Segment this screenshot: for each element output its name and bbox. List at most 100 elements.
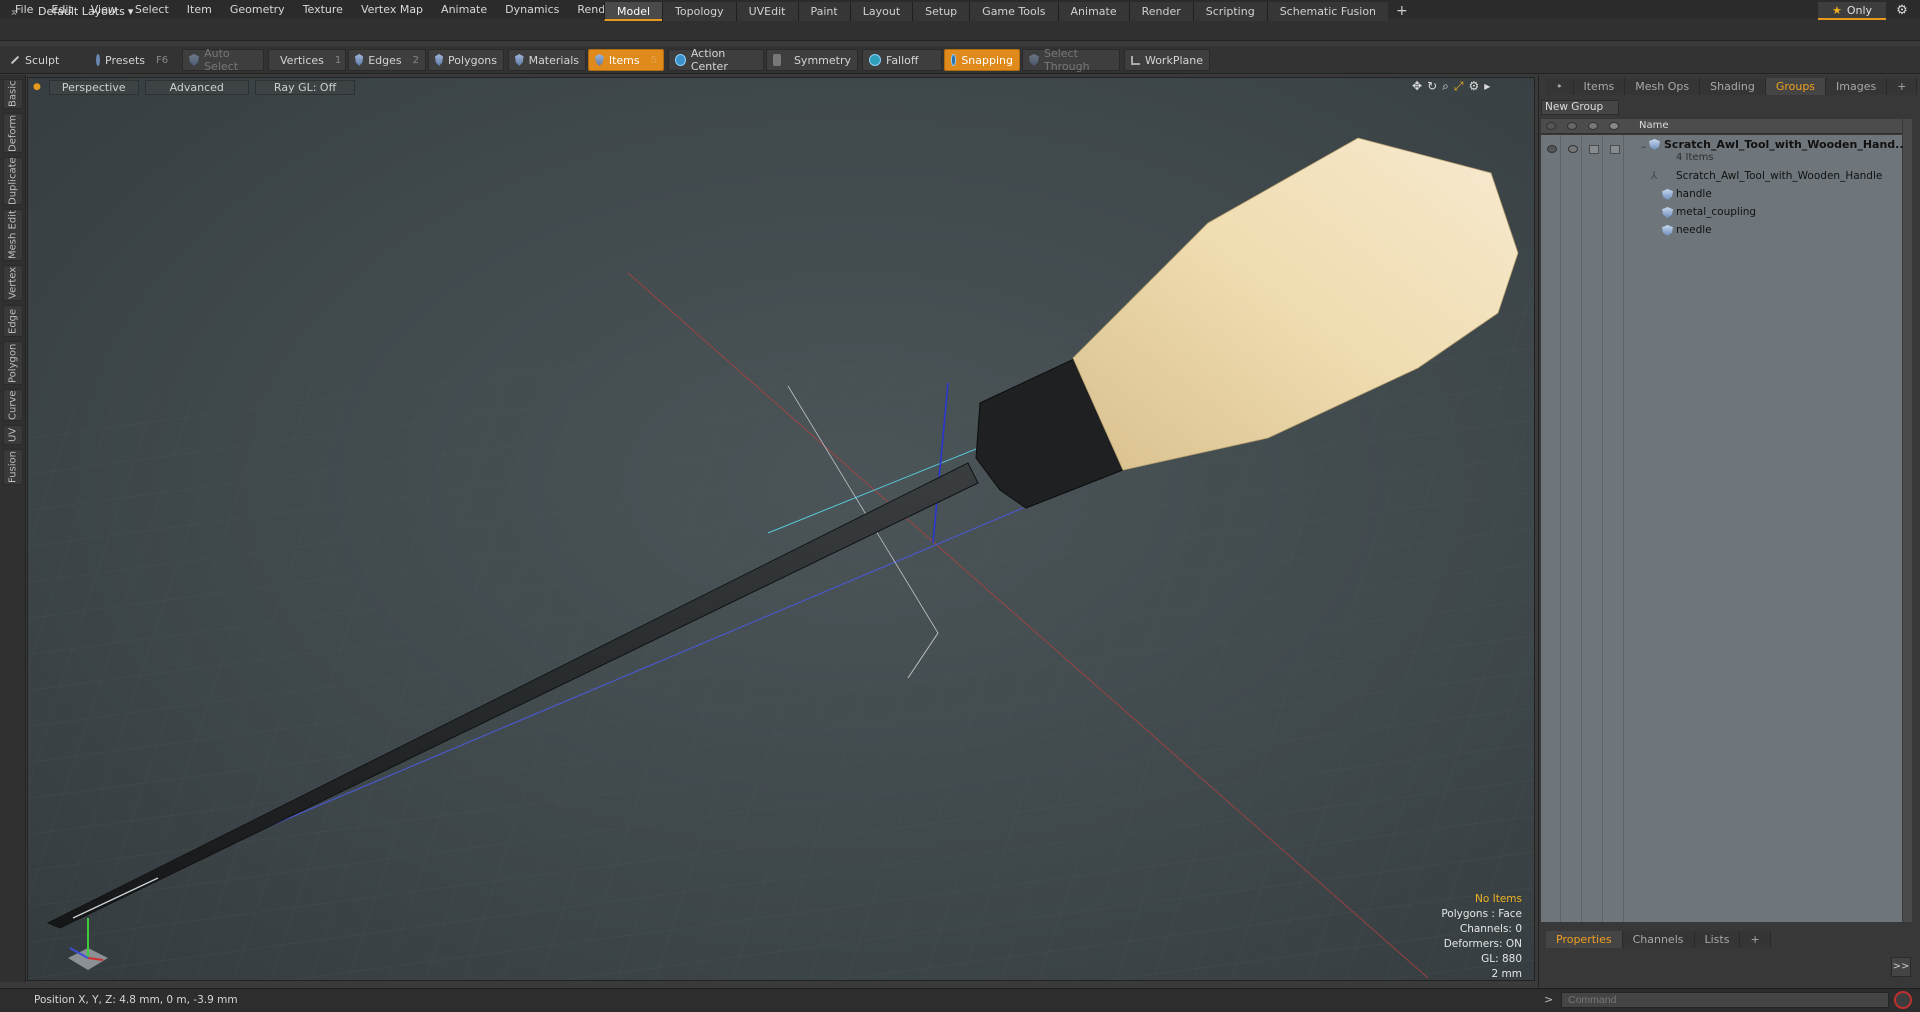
tab-setup[interactable]: Setup xyxy=(912,2,970,21)
left-tab-basic[interactable]: Basic xyxy=(3,79,23,109)
tab-game-tools[interactable]: Game Tools xyxy=(969,2,1058,21)
tab-groups[interactable]: Groups xyxy=(1765,78,1827,95)
left-tab-curve[interactable]: Curve xyxy=(3,389,23,421)
tab-paint[interactable]: Paint xyxy=(797,2,850,21)
sculpt-label: Sculpt xyxy=(25,53,60,67)
command-input[interactable] xyxy=(1561,992,1889,1008)
left-tab-uv[interactable]: UV xyxy=(3,425,23,445)
group-item-count: 4 Items xyxy=(1676,152,1714,163)
edges-button[interactable]: Edges 2 xyxy=(348,49,426,71)
view-mode-button[interactable]: Perspective xyxy=(48,79,139,95)
left-tab-polygon[interactable]: Polygon xyxy=(3,341,23,385)
viewport-gear-icon[interactable]: ⚙ xyxy=(1468,79,1479,94)
layout-tab-bar xyxy=(0,19,1920,41)
tab-images[interactable]: Images xyxy=(1826,78,1888,95)
list-item[interactable]: needle xyxy=(1541,222,1902,239)
auto-select-button[interactable]: Auto Select xyxy=(182,47,264,73)
items-button[interactable]: Items 5 xyxy=(588,49,664,71)
tab-layout[interactable]: Layout xyxy=(849,2,913,21)
vertices-button[interactable]: Vertices 1 xyxy=(268,49,346,71)
raygl-button[interactable]: Ray GL: Off xyxy=(254,79,356,95)
tab-lists[interactable]: Lists xyxy=(1694,931,1741,948)
tab-mesh-ops[interactable]: Mesh Ops xyxy=(1625,78,1701,95)
panel-menu-icon[interactable]: • xyxy=(1546,78,1574,95)
layouts-dropdown[interactable]: ⌅ Default Layouts ▾ xyxy=(4,2,133,20)
groups-scrollbar[interactable] xyxy=(1903,119,1912,922)
tab-shading[interactable]: Shading xyxy=(1700,78,1766,95)
viewport-expand-icon[interactable]: ▸ xyxy=(1484,79,1490,94)
list-item[interactable]: ⅄ Scratch_Awl_Tool_with_Wooden_Handle xyxy=(1541,168,1902,185)
presets-button[interactable]: Presets F6 xyxy=(90,49,170,71)
tab-uvedit[interactable]: UVEdit xyxy=(735,2,798,21)
pan-icon[interactable]: ✥ xyxy=(1412,79,1422,94)
list-item[interactable]: metal_coupling xyxy=(1541,204,1902,221)
snapping-button[interactable]: Snapping xyxy=(944,49,1020,71)
render-icon[interactable] xyxy=(1567,122,1577,130)
symmetry-button[interactable]: Symmetry xyxy=(766,49,858,71)
shield-icon xyxy=(189,54,200,66)
tab-scripting[interactable]: Scripting xyxy=(1192,2,1267,21)
lock-checkbox[interactable] xyxy=(1589,145,1599,154)
workplane-button[interactable]: WorkPlane xyxy=(1124,49,1210,71)
tab-schematic-fusion[interactable]: Schematic Fusion xyxy=(1266,2,1389,21)
sculpt-button[interactable]: Sculpt xyxy=(4,49,88,71)
menu-item-animate[interactable]: Animate xyxy=(432,0,496,19)
left-tab-edge[interactable]: Edge xyxy=(3,305,23,337)
record-macro-icon[interactable] xyxy=(1894,991,1912,1009)
visibility-eye-icon[interactable] xyxy=(1547,145,1557,153)
action-center-button[interactable]: Action Center xyxy=(668,47,764,73)
tab-add[interactable]: + xyxy=(1740,931,1771,948)
menu-item-dynamics[interactable]: Dynamics xyxy=(496,0,568,19)
select-checkbox[interactable] xyxy=(1610,145,1620,154)
rotate-icon[interactable]: ↻ xyxy=(1427,79,1437,94)
left-tab-duplicate[interactable]: Duplicate xyxy=(3,157,23,205)
add-tab-button[interactable]: + xyxy=(1388,2,1416,21)
tab-properties[interactable]: Properties xyxy=(1546,931,1623,948)
gear-icon[interactable]: ⚙ xyxy=(1892,2,1912,20)
select-through-button[interactable]: Select Through xyxy=(1022,47,1120,73)
collapse-arrow-icon[interactable]: – xyxy=(1641,141,1646,153)
item-label: needle xyxy=(1676,224,1712,236)
viewport-menu-icon[interactable]: ● xyxy=(33,82,41,92)
left-tab-mesh-edit[interactable]: Mesh Edit xyxy=(3,209,23,261)
select-icon[interactable] xyxy=(1609,122,1619,130)
main-toolbar: Sculpt Presets F6 Auto Select Vertices 1 E… xyxy=(0,46,1920,74)
only-toggle[interactable]: ★ Only xyxy=(1818,2,1886,20)
tab-add[interactable]: + xyxy=(1887,78,1918,95)
shading-mode-button[interactable]: Advanced xyxy=(144,79,249,95)
group-root-row[interactable]: – Scratch_Awl_Tool_with_Wooden_Hand... 4… xyxy=(1541,137,1908,167)
left-tab-vertex[interactable]: Vertex xyxy=(3,265,23,301)
3d-viewport[interactable] xyxy=(27,77,1535,981)
workplane-icon xyxy=(1131,55,1140,65)
left-tab-deform[interactable]: Deform xyxy=(3,113,23,153)
tab-topology[interactable]: Topology xyxy=(662,2,736,21)
menu-item-geometry[interactable]: Geometry xyxy=(221,0,294,19)
tab-items[interactable]: Items xyxy=(1573,78,1626,95)
menu-item-texture[interactable]: Texture xyxy=(294,0,352,19)
new-group-button[interactable]: New Group xyxy=(1541,100,1619,115)
tab-animate[interactable]: Animate xyxy=(1057,2,1129,21)
tab-model[interactable]: Model xyxy=(604,2,663,21)
menu-item-item[interactable]: Item xyxy=(178,0,221,19)
layouts-collapse-icon[interactable]: ⌅ xyxy=(4,5,24,18)
polygons-stat: Polygons : Face xyxy=(1441,908,1522,920)
lock-icon[interactable] xyxy=(1588,122,1598,130)
render-toggle-icon[interactable] xyxy=(1568,145,1578,153)
edges-count: 2 xyxy=(412,54,419,66)
menu-item-vertex-map[interactable]: Vertex Map xyxy=(352,0,432,19)
materials-button[interactable]: Materials xyxy=(508,49,586,71)
polygons-button[interactable]: Polygons xyxy=(428,49,504,71)
visibility-icon[interactable] xyxy=(1546,122,1556,130)
layouts-label: Default Layouts xyxy=(38,4,125,18)
left-tab-fusion[interactable]: Fusion xyxy=(3,449,23,485)
fit-icon[interactable]: ⤢ xyxy=(1454,79,1464,94)
list-column-divider xyxy=(1541,135,1561,922)
tab-channels[interactable]: Channels xyxy=(1622,931,1695,948)
falloff-button[interactable]: Falloff xyxy=(862,49,942,71)
tab-render[interactable]: Render xyxy=(1128,2,1193,21)
zoom-icon[interactable]: ⌕ xyxy=(1442,79,1449,94)
list-item[interactable]: handle xyxy=(1541,186,1902,203)
list-column-divider xyxy=(1604,135,1624,922)
menu-item-select[interactable]: Select xyxy=(126,0,178,19)
expand-panel-button[interactable]: >> xyxy=(1891,957,1911,977)
